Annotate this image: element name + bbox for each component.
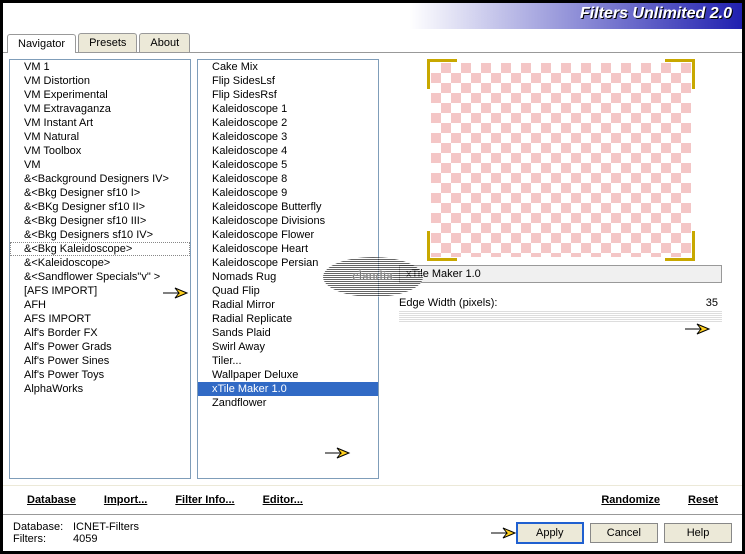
- right-pane: xTile Maker 1.0 Edge Width (pixels): 35: [385, 59, 736, 479]
- list-item[interactable]: VM Extravaganza: [10, 102, 190, 116]
- list-item[interactable]: &<BKg Designer sf10 II>: [10, 200, 190, 214]
- param-slider[interactable]: [399, 311, 722, 323]
- param-value: 35: [682, 297, 722, 309]
- tab-navigator[interactable]: Navigator: [7, 34, 76, 53]
- cancel-button[interactable]: Cancel: [590, 523, 658, 543]
- list-item[interactable]: Alf's Power Grads: [10, 340, 190, 354]
- list-item[interactable]: Alf's Power Toys: [10, 368, 190, 382]
- list-item[interactable]: Kaleidoscope 8: [198, 172, 378, 186]
- list-item[interactable]: Nomads Rug: [198, 270, 378, 284]
- list-item[interactable]: &<Bkg Designer sf10 I>: [10, 186, 190, 200]
- list-item[interactable]: Kaleidoscope Divisions: [198, 214, 378, 228]
- status-left: Database: ICNET-Filters Filters: 4059: [13, 521, 510, 545]
- reset-button[interactable]: Reset: [674, 490, 732, 510]
- list-item[interactable]: &<Sandflower Specials"v" >: [10, 270, 190, 284]
- status-filters-label: Filters:: [13, 533, 73, 545]
- list-item[interactable]: AFH: [10, 298, 190, 312]
- list-item[interactable]: Kaleidoscope Heart: [198, 242, 378, 256]
- list-item[interactable]: VM Toolbox: [10, 144, 190, 158]
- list-item[interactable]: Flip SidesRsf: [198, 88, 378, 102]
- list-item[interactable]: AFS IMPORT: [10, 312, 190, 326]
- status-db-label: Database:: [13, 521, 73, 533]
- status-db-value: ICNET-Filters: [73, 521, 139, 533]
- list-item[interactable]: Sands Plaid: [198, 326, 378, 340]
- list-item[interactable]: &<Bkg Kaleidoscope>: [10, 242, 190, 256]
- list-item[interactable]: Flip SidesLsf: [198, 74, 378, 88]
- tab-presets[interactable]: Presets: [78, 33, 137, 52]
- preview-image: [431, 63, 691, 257]
- app-title: Filters Unlimited 2.0: [580, 5, 732, 23]
- database-button[interactable]: Database: [13, 490, 90, 510]
- list-item[interactable]: VM Instant Art: [10, 116, 190, 130]
- crop-corner-br[interactable]: [665, 231, 695, 261]
- list-item[interactable]: VM Natural: [10, 130, 190, 144]
- list-item[interactable]: Wallpaper Deluxe: [198, 368, 378, 382]
- randomize-button[interactable]: Randomize: [587, 490, 674, 510]
- list-item[interactable]: [AFS IMPORT]: [10, 284, 190, 298]
- tabs: Navigator Presets About: [3, 29, 742, 53]
- list-item[interactable]: xTile Maker 1.0: [198, 382, 378, 396]
- list-item[interactable]: VM 1: [10, 60, 190, 74]
- status-bar: Database: ICNET-Filters Filters: 4059 Ap…: [3, 514, 742, 551]
- list-item[interactable]: Kaleidoscope 2: [198, 116, 378, 130]
- apply-button[interactable]: Apply: [516, 522, 584, 544]
- list-item[interactable]: VM: [10, 158, 190, 172]
- list-item[interactable]: Kaleidoscope 5: [198, 158, 378, 172]
- list-item[interactable]: Kaleidoscope Flower: [198, 228, 378, 242]
- list-item[interactable]: Radial Replicate: [198, 312, 378, 326]
- list-item[interactable]: Kaleidoscope Persian: [198, 256, 378, 270]
- filterinfo-button[interactable]: Filter Info...: [161, 490, 248, 510]
- editor-button[interactable]: Editor...: [249, 490, 317, 510]
- param-label: Edge Width (pixels):: [399, 297, 682, 309]
- help-button[interactable]: Help: [664, 523, 732, 543]
- parameters: Edge Width (pixels): 35: [399, 297, 722, 323]
- list-item[interactable]: Swirl Away: [198, 340, 378, 354]
- tab-about[interactable]: About: [139, 33, 190, 52]
- list-item[interactable]: Alf's Power Sines: [10, 354, 190, 368]
- param-row: Edge Width (pixels): 35: [399, 297, 722, 309]
- list-item[interactable]: Tiler...: [198, 354, 378, 368]
- crop-corner-tr[interactable]: [665, 59, 695, 89]
- list-item[interactable]: Kaleidoscope 1: [198, 102, 378, 116]
- list-item[interactable]: Quad Flip: [198, 284, 378, 298]
- filter-name-field: xTile Maker 1.0: [399, 265, 722, 283]
- import-button[interactable]: Import...: [90, 490, 161, 510]
- status-filters-value: 4059: [73, 533, 97, 545]
- list-item[interactable]: Kaleidoscope 9: [198, 186, 378, 200]
- list-item[interactable]: Kaleidoscope 4: [198, 144, 378, 158]
- list-item[interactable]: Cake Mix: [198, 60, 378, 74]
- crop-corner-tl[interactable]: [427, 59, 457, 89]
- list-item[interactable]: Alf's Border FX: [10, 326, 190, 340]
- filter-list[interactable]: Cake MixFlip SidesLsfFlip SidesRsfKaleid…: [197, 59, 379, 479]
- list-item[interactable]: &<Bkg Designers sf10 IV>: [10, 228, 190, 242]
- list-item[interactable]: &<Bkg Designer sf10 III>: [10, 214, 190, 228]
- preview-wrap: [385, 59, 736, 261]
- crop-corner-bl[interactable]: [427, 231, 457, 261]
- list-item[interactable]: Radial Mirror: [198, 298, 378, 312]
- toolbar-row: Database Import... Filter Info... Editor…: [3, 485, 742, 514]
- list-item[interactable]: AlphaWorks: [10, 382, 190, 396]
- main-area: VM 1VM DistortionVM ExperimentalVM Extra…: [3, 53, 742, 485]
- list-item[interactable]: &<Kaleidoscope>: [10, 256, 190, 270]
- list-item[interactable]: Zandflower: [198, 396, 378, 410]
- list-item[interactable]: &<Background Designers IV>: [10, 172, 190, 186]
- list-item[interactable]: VM Distortion: [10, 74, 190, 88]
- list-item[interactable]: Kaleidoscope 3: [198, 130, 378, 144]
- list-item[interactable]: Kaleidoscope Butterfly: [198, 200, 378, 214]
- list-item[interactable]: VM Experimental: [10, 88, 190, 102]
- category-list[interactable]: VM 1VM DistortionVM ExperimentalVM Extra…: [9, 59, 191, 479]
- title-bar: Filters Unlimited 2.0: [3, 3, 742, 29]
